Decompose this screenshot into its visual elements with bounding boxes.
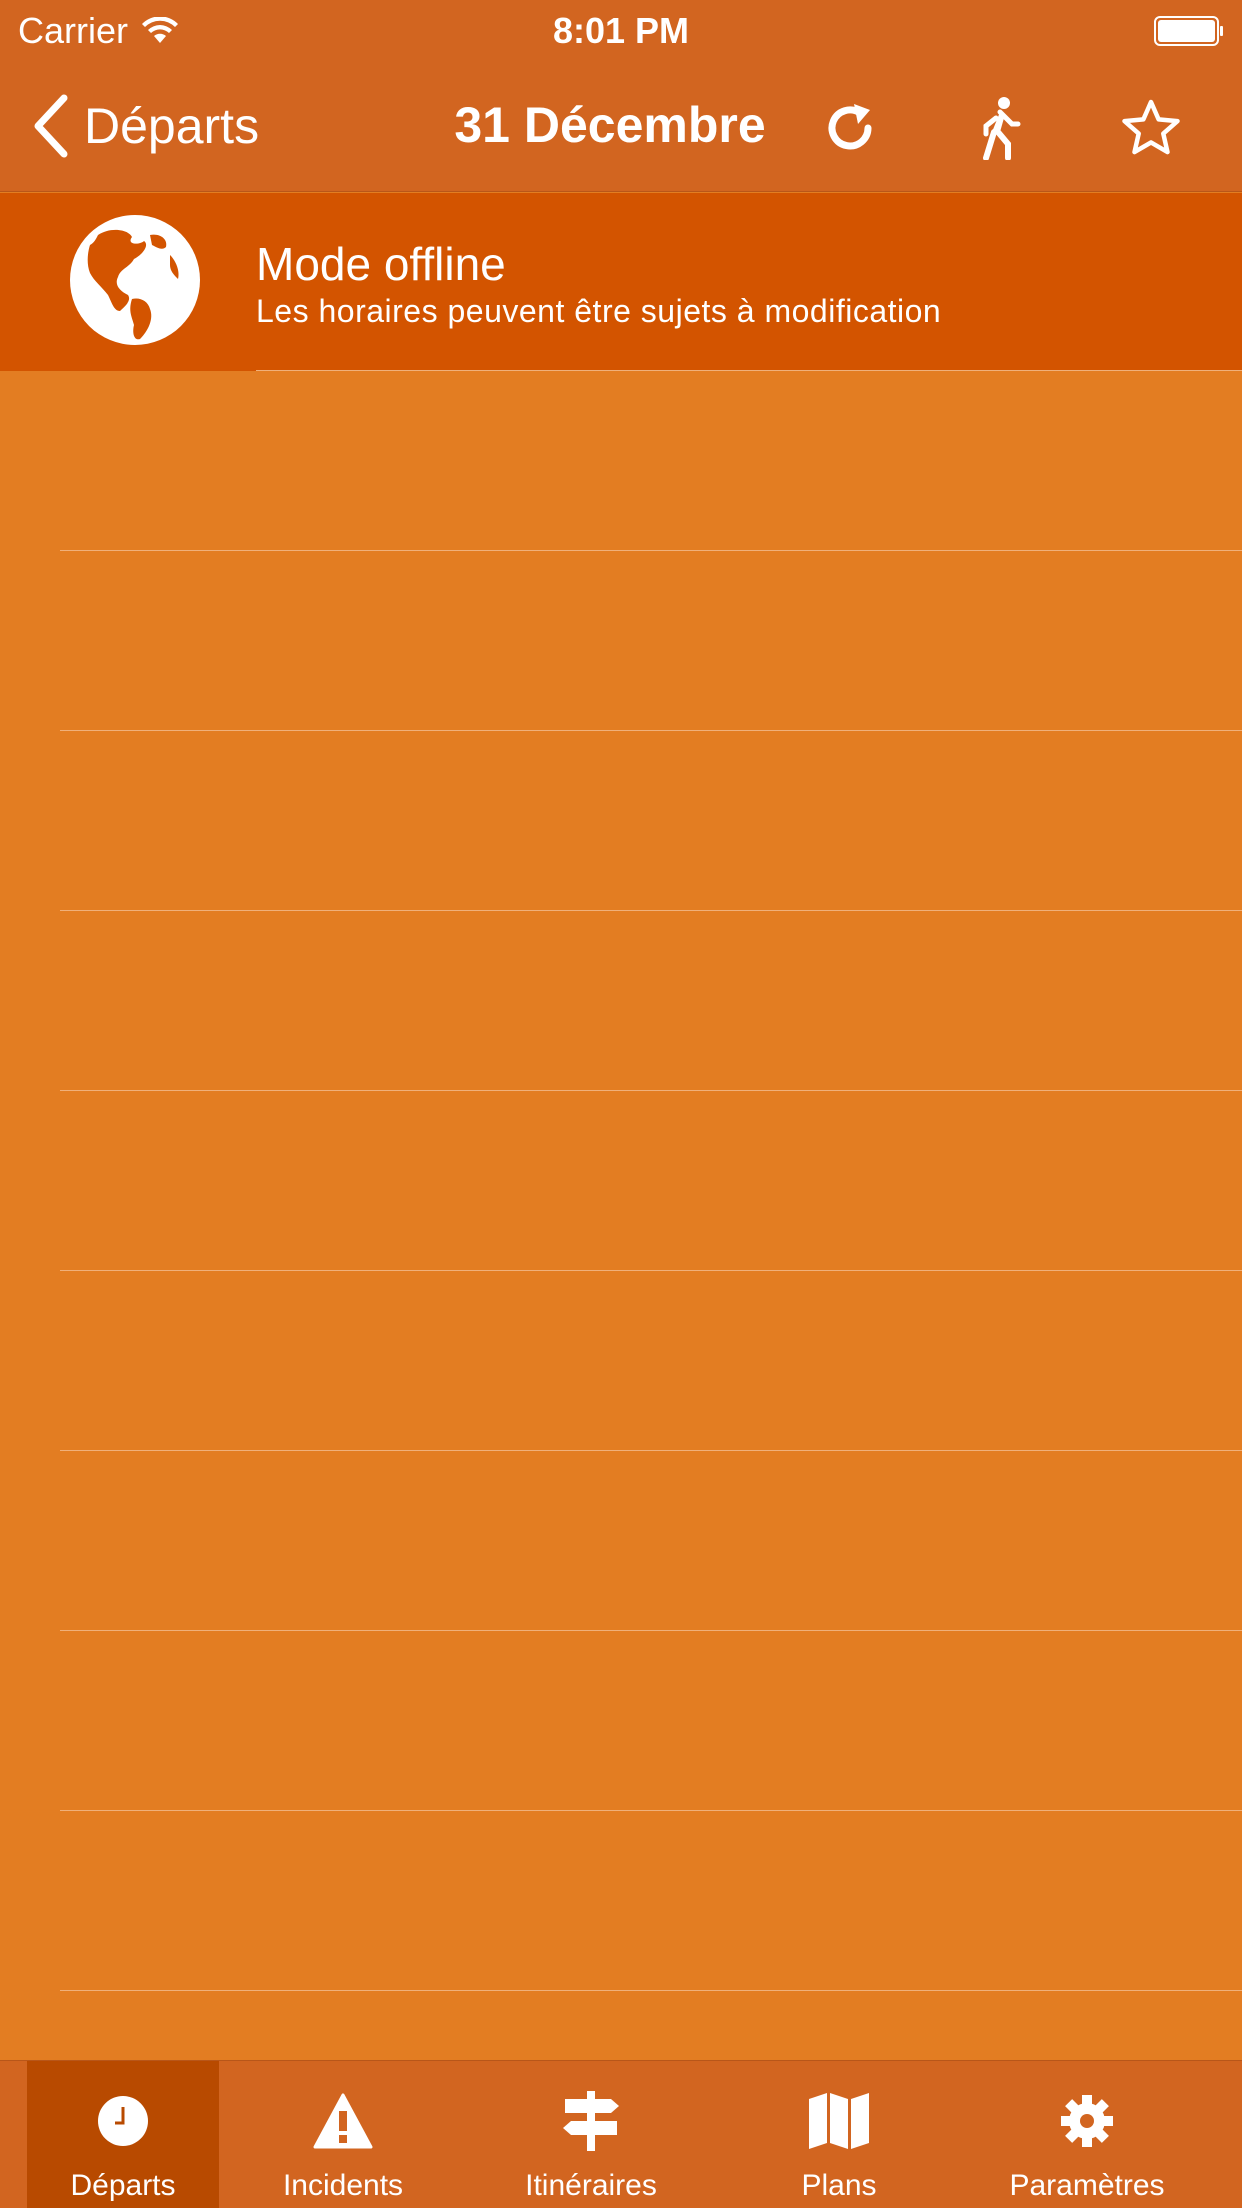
list-item: [0, 731, 1242, 911]
tab-label: Incidents: [282, 2169, 404, 2202]
list-item: [0, 1811, 1242, 1991]
clock-icon: [98, 2096, 148, 2146]
status-time: 8:01 PM: [552, 10, 690, 51]
refresh-button[interactable]: [812, 90, 888, 166]
status-bar: Carrier 8:01 PM: [0, 0, 1242, 60]
offline-banner: Mode offline Les horaires peuvent être s…: [0, 193, 1242, 371]
gear-icon: [1061, 2095, 1113, 2147]
tab-label: Plans: [801, 2169, 877, 2202]
chevron-left-icon: [34, 94, 68, 158]
page-title: 31 Décembre: [454, 97, 766, 153]
tab-incidents[interactable]: Incidents: [219, 2061, 467, 2208]
list-item: [0, 1271, 1242, 1451]
tab-plans[interactable]: Plans: [715, 2061, 963, 2208]
tab-parametres[interactable]: Paramètres: [963, 2061, 1211, 2208]
list-item: [0, 1091, 1242, 1271]
list-item: [0, 371, 1242, 551]
list-item: [0, 911, 1242, 1091]
tab-label: Paramètres: [1009, 2169, 1165, 2202]
favorite-button[interactable]: [1113, 90, 1189, 166]
navigation-bar: Départs 31 Décembre: [0, 60, 1242, 192]
battery-icon: [1154, 16, 1223, 46]
list-item: [0, 1631, 1242, 1811]
tab-departs[interactable]: Départs: [27, 2061, 219, 2208]
back-label: Départs: [84, 98, 260, 154]
offline-subtitle: Les horaires peuvent être sujets à modif…: [256, 293, 942, 329]
map-icon: [809, 2093, 869, 2149]
warning-icon: [313, 2093, 373, 2149]
star-icon: [1122, 99, 1180, 155]
signpost-icon: [563, 2091, 619, 2151]
walking-icon: [983, 97, 1021, 160]
globe-icon: [70, 215, 200, 345]
list-item: [0, 1451, 1242, 1631]
top-bar: Carrier 8:01 PM Départs 31 Décembre: [0, 0, 1242, 192]
tab-label: Départs: [70, 2169, 176, 2202]
walking-button[interactable]: [962, 90, 1038, 166]
tab-bar: Départs Incidents Itinéraires Plans Para…: [0, 2060, 1242, 2208]
offline-title: Mode offline: [256, 238, 506, 290]
tab-itineraires[interactable]: Itinéraires: [467, 2061, 715, 2208]
refresh-icon: [828, 104, 872, 150]
back-button[interactable]: Départs: [30, 90, 259, 162]
tab-label: Itinéraires: [525, 2169, 657, 2202]
list-item: [0, 551, 1242, 731]
departures-list: [0, 371, 1242, 2060]
